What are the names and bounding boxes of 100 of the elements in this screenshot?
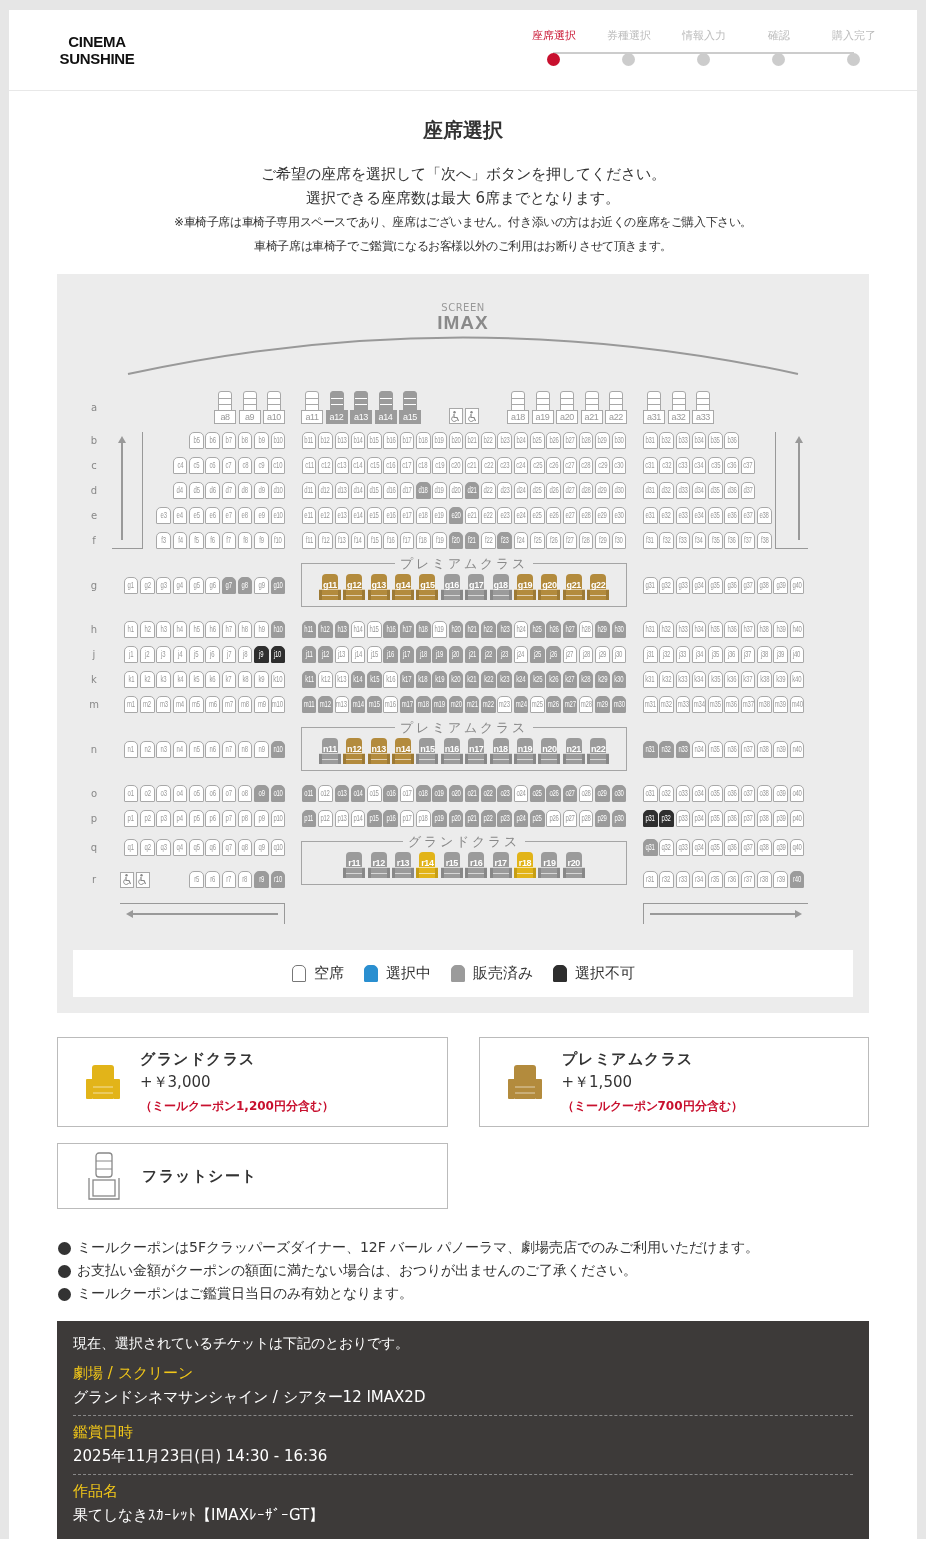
seat[interactable]: j6 [205, 646, 220, 663]
armchair-seat[interactable]: n14 [392, 738, 414, 764]
seat[interactable]: r34 [691, 870, 707, 888]
seat[interactable]: g38 [757, 576, 772, 594]
seat[interactable]: o33 [675, 785, 691, 802]
seat[interactable]: b11 [301, 432, 317, 449]
seat[interactable]: f8 [237, 532, 253, 549]
seat[interactable]: b35 [708, 432, 723, 449]
seat[interactable]: e25 [530, 507, 545, 524]
seat[interactable]: e37 [740, 507, 756, 524]
seat[interactable]: b34 [691, 432, 707, 449]
seat[interactable]: e35 [708, 507, 723, 524]
seat[interactable]: f12 [318, 532, 333, 549]
seat[interactable]: e9 [254, 507, 269, 524]
armchair-seat[interactable]: g17 [465, 574, 488, 600]
seat[interactable]: q38 [757, 838, 772, 856]
seat[interactable]: h30 [611, 621, 627, 638]
seat[interactable]: k10 [270, 671, 285, 688]
seat[interactable]: r40 [789, 870, 805, 888]
seat[interactable]: p18 [416, 810, 431, 827]
seat[interactable]: c24 [513, 457, 529, 474]
seat[interactable]: d14 [350, 482, 366, 499]
seat[interactable]: d4 [172, 482, 188, 499]
seat[interactable]: b15 [367, 432, 382, 449]
seat[interactable]: b7 [221, 432, 237, 449]
seat[interactable]: j25 [530, 646, 545, 663]
seat[interactable]: g6 [205, 576, 220, 594]
seat[interactable]: m11 [301, 696, 317, 713]
seat[interactable]: o16 [383, 785, 398, 802]
seat[interactable]: h1 [123, 621, 139, 638]
seat[interactable]: h17 [399, 621, 415, 638]
flat-seat[interactable]: a18 [507, 391, 529, 424]
seat[interactable]: f26 [546, 532, 561, 549]
seat[interactable]: p38 [757, 810, 772, 827]
seat[interactable]: e38 [757, 507, 772, 524]
seat[interactable]: k38 [757, 671, 772, 688]
seat[interactable]: k4 [172, 671, 188, 688]
seat[interactable]: p5 [189, 810, 204, 827]
seat[interactable]: d8 [237, 482, 253, 499]
seat[interactable]: c19 [432, 457, 447, 474]
seat[interactable]: d6 [205, 482, 220, 499]
seat[interactable]: h16 [383, 621, 398, 638]
seat[interactable]: k35 [708, 671, 723, 688]
seat[interactable]: m27 [562, 696, 578, 713]
seat[interactable]: g31 [643, 576, 658, 594]
seat[interactable]: q5 [189, 838, 204, 856]
seat[interactable]: m13 [334, 696, 349, 713]
seat[interactable]: h20 [448, 621, 464, 638]
seat[interactable]: r31 [643, 870, 658, 888]
seat[interactable]: p20 [448, 810, 464, 827]
seat[interactable]: p21 [464, 810, 480, 827]
seat[interactable]: n31 [643, 740, 658, 758]
seat[interactable]: p14 [350, 810, 366, 827]
seat[interactable]: q9 [254, 838, 269, 856]
seat[interactable]: p31 [643, 810, 658, 827]
seat[interactable]: h7 [221, 621, 237, 638]
seat[interactable]: e14 [350, 507, 366, 524]
seat[interactable]: m40 [789, 696, 805, 713]
flat-seat[interactable]: a33 [692, 391, 714, 424]
seat[interactable]: m17 [399, 696, 415, 713]
seat[interactable]: b26 [546, 432, 561, 449]
seat[interactable]: o30 [611, 785, 627, 802]
seat[interactable]: c33 [675, 457, 691, 474]
seat[interactable]: f15 [367, 532, 382, 549]
seat[interactable]: k6 [205, 671, 220, 688]
seat[interactable]: f9 [254, 532, 269, 549]
seat[interactable]: m3 [156, 696, 171, 713]
seat[interactable]: c31 [643, 457, 658, 474]
seat[interactable]: e22 [481, 507, 496, 524]
seat[interactable]: d7 [221, 482, 237, 499]
seat[interactable]: g35 [708, 576, 723, 594]
seat[interactable]: j15 [367, 646, 382, 663]
armchair-seat[interactable]: n13 [367, 738, 390, 764]
seat[interactable]: c10 [270, 457, 285, 474]
seat[interactable]: k1 [123, 671, 139, 688]
seat[interactable]: j12 [318, 646, 333, 663]
seat[interactable]: o18 [416, 785, 431, 802]
seat[interactable]: j18 [416, 646, 431, 663]
seat[interactable]: b20 [448, 432, 464, 449]
seat[interactable]: k39 [773, 671, 788, 688]
seat[interactable]: k20 [448, 671, 464, 688]
seat[interactable]: c12 [318, 457, 333, 474]
seat[interactable]: h5 [189, 621, 204, 638]
seat[interactable]: j3 [156, 646, 171, 663]
seat[interactable]: f19 [432, 532, 447, 549]
seat[interactable]: k17 [399, 671, 415, 688]
seat[interactable]: m5 [189, 696, 204, 713]
seat[interactable]: m38 [757, 696, 772, 713]
armchair-seat[interactable]: n12 [343, 738, 366, 764]
seat[interactable]: o21 [464, 785, 480, 802]
armchair-seat[interactable]: n21 [562, 738, 585, 764]
seat[interactable]: o27 [562, 785, 578, 802]
seat[interactable]: r7 [221, 870, 237, 888]
seat[interactable]: d26 [546, 482, 561, 499]
seat[interactable]: r38 [757, 870, 772, 888]
seat[interactable]: e34 [691, 507, 707, 524]
seat[interactable]: g5 [189, 576, 204, 594]
seat[interactable]: m20 [448, 696, 464, 713]
flat-seat[interactable]: a14 [374, 391, 397, 424]
seat[interactable]: g7 [221, 576, 237, 594]
